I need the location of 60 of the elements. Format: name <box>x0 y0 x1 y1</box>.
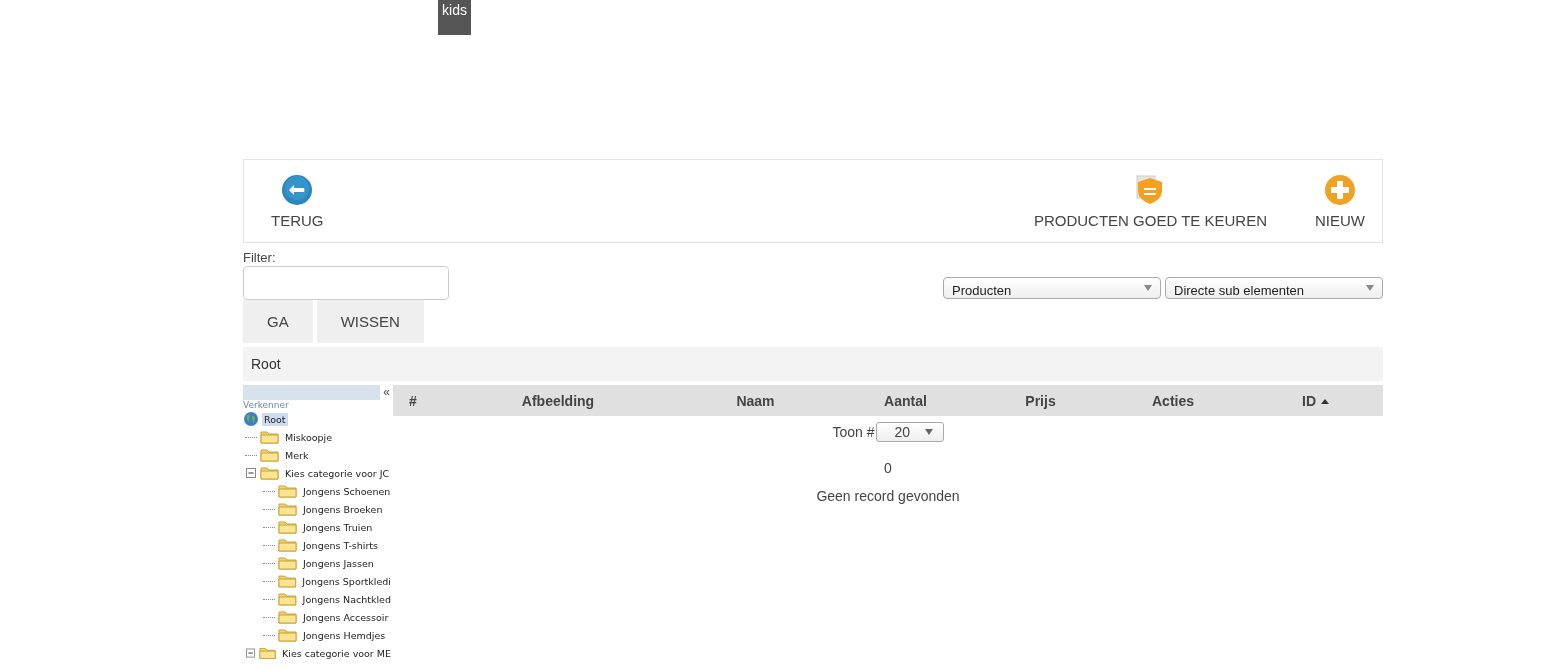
folder-icon <box>278 556 298 570</box>
tree-item[interactable]: Jongens Schoenen <box>301 484 393 498</box>
dropdown[interactable]: Producten <box>943 277 1161 299</box>
folder-icon <box>277 592 298 606</box>
tree-item[interactable]: Kies categorie voor ME <box>280 646 393 660</box>
explorer-title: Verkenner <box>243 400 290 410</box>
record-count: 0 <box>883 460 893 476</box>
folder-icon <box>278 502 298 516</box>
filter-button[interactable]: WISSEN <box>316 300 424 343</box>
caret-icon <box>924 429 933 435</box>
tree-item[interactable]: Jongens Jassen <box>301 556 376 570</box>
tree-item[interactable]: Root <box>262 412 288 426</box>
back-icon <box>281 173 314 206</box>
tree-item[interactable]: Jongens Accessoir <box>301 610 391 624</box>
empty-message: Geen record gevonden <box>815 488 961 504</box>
filter-label: Filter: <box>243 250 277 265</box>
breadcrumb-item[interactable]: Root <box>251 356 281 372</box>
column-header[interactable]: Acties <box>1098 392 1248 409</box>
tree-item[interactable]: Jongens Truien <box>301 520 375 534</box>
page-size-dropdown[interactable]: 20 <box>875 422 944 442</box>
dropdown[interactable]: Directe sub elementen <box>1165 277 1383 299</box>
tree-item[interactable]: Jongens Nachtkled <box>300 592 393 606</box>
folder-icon <box>278 484 298 498</box>
tree-item[interactable]: Jongens T-shirts <box>301 538 381 552</box>
filter-button[interactable]: GA <box>243 300 313 343</box>
folder-icon <box>260 466 280 480</box>
logo: kids <box>438 0 471 35</box>
folder-icon <box>278 628 298 642</box>
folder-icon <box>277 574 298 588</box>
folder-icon <box>278 538 298 552</box>
column-header[interactable]: Afbeelding <box>433 392 683 409</box>
column-header[interactable]: Aantal <box>828 392 983 409</box>
collapse-button[interactable]: « <box>380 385 393 400</box>
column-header[interactable]: Prijs <box>983 392 1098 409</box>
tree-item[interactable]: Jongens Broeken <box>301 502 385 516</box>
tree-item[interactable]: Miskoopje <box>283 430 335 444</box>
sort-icon <box>1321 399 1329 405</box>
collapse-icon[interactable] <box>246 467 257 479</box>
folder-icon <box>260 448 280 462</box>
globe-icon <box>243 411 259 427</box>
plus-icon <box>1324 173 1356 206</box>
toolbar-button[interactable]: NIEUW <box>1306 160 1374 242</box>
caret-icon <box>1144 285 1152 291</box>
collapse-icon[interactable] <box>246 647 256 659</box>
page-size-label: Toon # <box>832 424 875 440</box>
column-header[interactable]: # <box>393 392 433 409</box>
tree-item[interactable]: Kies categorie voor JC <box>283 466 392 480</box>
tree-item[interactable]: Merk <box>283 448 311 462</box>
folder-icon <box>258 646 278 660</box>
column-header[interactable]: ID <box>1248 392 1383 409</box>
toolbar-button[interactable]: PRODUCTEN GOED TE KEUREN <box>1024 160 1276 242</box>
filter-field[interactable] <box>243 266 449 300</box>
folder-icon <box>278 610 298 624</box>
caret-icon <box>1366 285 1374 291</box>
tree-item[interactable]: Jongens Sportkledi <box>300 574 393 588</box>
folder-icon <box>260 430 280 444</box>
folder-icon <box>278 520 298 534</box>
tree-item[interactable]: Jongens Hemdjes <box>301 628 388 642</box>
column-header[interactable]: Naam <box>683 392 828 409</box>
toolbar-button[interactable]: TERUG <box>262 160 333 242</box>
